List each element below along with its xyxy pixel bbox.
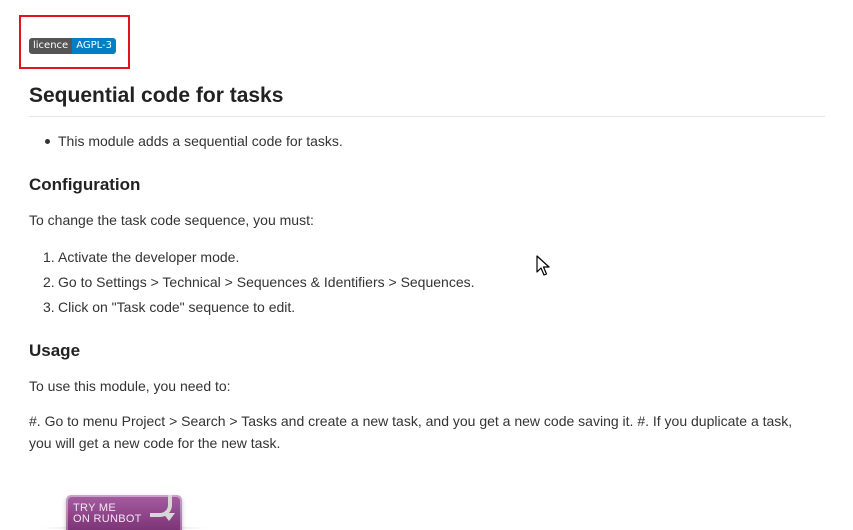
list-item: 3. Click on "Task code" sequence to edit… [29,295,475,320]
runbot-label-line-2: ON RUNBOT [73,513,142,525]
list-item: 1. Activate the developer mode. [29,245,475,270]
step-number: 2. [43,274,55,290]
mouse-pointer-icon [536,255,550,276]
page-title: Sequential code for tasks [29,84,284,107]
badge-value: AGPL-3 [72,38,117,54]
step-text: Click on "Task code" sequence to edit. [58,299,296,315]
title-divider [29,116,825,117]
usage-body-line-1: #. Go to menu Project > Search > Tasks a… [29,413,793,429]
badge-label: licence [29,38,73,54]
configuration-heading: Configuration [29,175,141,194]
step-text: Activate the developer mode. [58,249,240,265]
arrow-head-icon [163,513,175,521]
usage-intro: To use this module, you need to: [29,378,231,394]
licence-badge[interactable]: licence AGPL-3 [29,38,117,54]
list-item: 2. Go to Settings > Technical > Sequence… [29,270,475,295]
usage-heading: Usage [29,341,81,360]
readme-page: licence AGPL-3 Sequential code for tasks… [0,0,853,530]
step-number: 1. [43,249,55,265]
try-me-on-runbot-button[interactable]: TRY ME ON RUNBOT [66,495,182,530]
configuration-steps: 1. Activate the developer mode. 2. Go to… [29,245,475,320]
intro-list: This module adds a sequential code for t… [29,130,343,152]
step-number: 3. [43,299,55,315]
step-text: Go to Settings > Technical > Sequences &… [58,274,475,290]
list-item: This module adds a sequential code for t… [29,130,343,152]
configuration-intro: To change the task code sequence, you mu… [29,212,314,228]
usage-body-line-2: you will get a new code for the new task… [29,435,281,451]
